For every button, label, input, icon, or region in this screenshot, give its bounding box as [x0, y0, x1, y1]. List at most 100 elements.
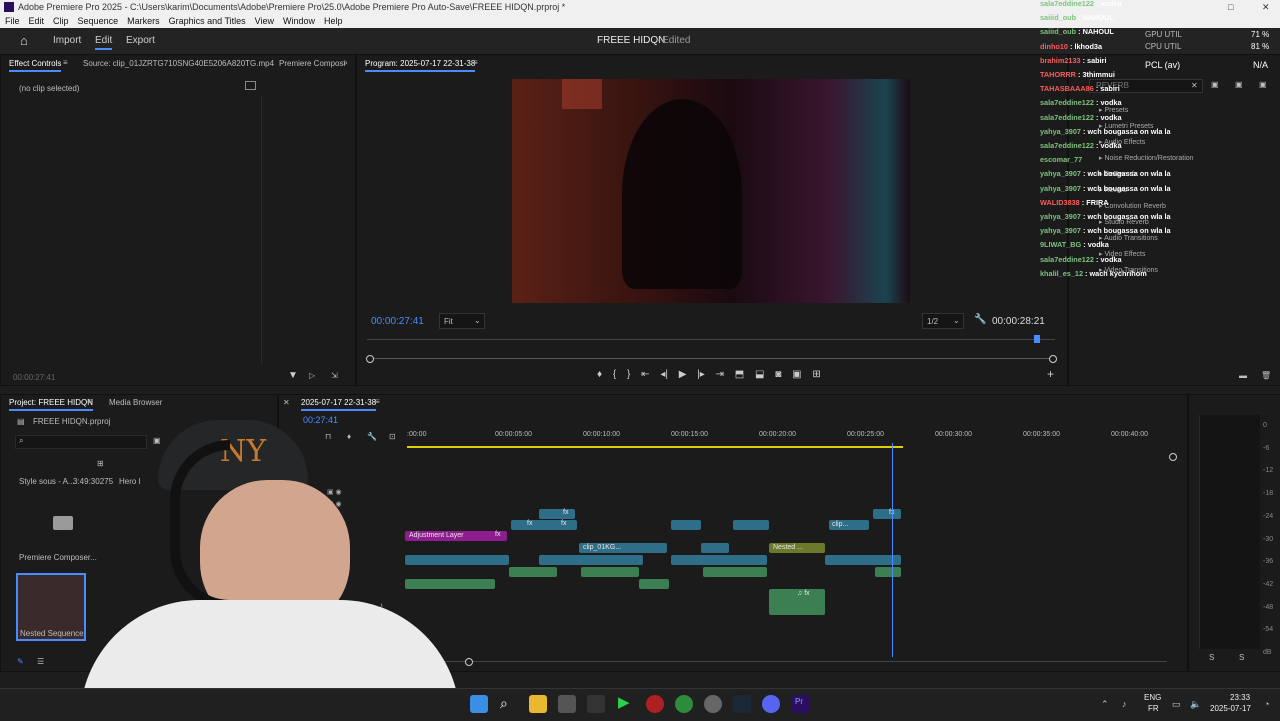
video-clip[interactable] — [701, 543, 729, 553]
audio-clip[interactable] — [581, 567, 639, 577]
windows-start-icon[interactable] — [470, 695, 488, 713]
add-button-icon[interactable]: + — [1047, 367, 1054, 381]
go-to-in-icon[interactable]: ⇤ — [641, 369, 649, 380]
menu-item-edit[interactable]: Edit — [29, 16, 45, 26]
zoom-handle-right[interactable] — [1049, 355, 1057, 363]
solo-right[interactable]: S — [1239, 653, 1244, 662]
menu-item-window[interactable]: Window — [283, 16, 315, 26]
wrench-icon[interactable]: 🔧 — [974, 314, 986, 325]
menu-item-file[interactable]: File — [5, 16, 20, 26]
vertical-scroll-handle[interactable] — [1169, 453, 1177, 461]
volume-icon[interactable]: 🔈 — [1190, 699, 1201, 710]
export-frame-icon[interactable]: ⇲ — [331, 371, 338, 380]
timeline-playhead[interactable] — [892, 443, 893, 657]
play-icon[interactable]: ▶ — [618, 693, 630, 711]
chevron-up-icon[interactable]: ⌃ — [1101, 699, 1109, 710]
nested-audio-clip[interactable]: ♫ fx — [769, 589, 825, 615]
quality-dropdown[interactable]: 1/2 ⌄ — [922, 313, 964, 329]
audio-clip[interactable] — [875, 567, 901, 577]
audio-waveform-clip[interactable] — [825, 555, 901, 565]
monitor-playhead[interactable] — [1034, 335, 1040, 343]
panel-menu-icon[interactable]: ≡ — [63, 58, 68, 67]
audio-waveform-clip[interactable] — [671, 555, 767, 565]
panel-menu-icon[interactable]: ≡ — [473, 58, 478, 67]
search-icon[interactable]: ⌕ — [500, 695, 508, 712]
menu-item-clip[interactable]: Clip — [53, 16, 69, 26]
steam-icon[interactable] — [733, 695, 751, 713]
timeline-toggle-icon[interactable] — [245, 81, 256, 90]
tab-source[interactable]: Source: clip_01JZRTG710SNG40E5206A820TG.… — [83, 59, 274, 68]
home-icon[interactable]: ⌂ — [20, 33, 28, 48]
zoom-handle-left[interactable] — [366, 355, 374, 363]
new-bin-icon[interactable]: ▬ — [1239, 371, 1247, 380]
chrome-icon[interactable] — [675, 695, 693, 713]
video-clip[interactable]: fx fx — [511, 520, 577, 530]
accelerated-effects-icon[interactable]: ▣ — [1211, 80, 1219, 89]
video-clip[interactable] — [671, 520, 701, 530]
video-clip[interactable]: clip_01KG... — [579, 543, 667, 553]
monitor-ruler[interactable] — [367, 339, 1055, 348]
compare-icon[interactable]: ▣ — [792, 369, 801, 380]
menu-item-graphics-and-titles[interactable]: Graphics and Titles — [169, 16, 246, 26]
camera-icon[interactable]: ◙ — [775, 369, 781, 380]
video-preview[interactable] — [512, 79, 910, 303]
app-icon[interactable] — [646, 695, 664, 713]
network-icon[interactable]: ▭ — [1172, 699, 1181, 710]
timeline-scrollbar[interactable] — [407, 661, 1167, 662]
mic-icon[interactable]: ♪ — [1122, 699, 1127, 709]
maximize-icon[interactable]: □ — [1228, 0, 1233, 14]
pencil-icon[interactable]: ✎ — [17, 657, 24, 666]
audio-clip[interactable] — [703, 567, 767, 577]
notification-icon[interactable]: ◔ — [1264, 699, 1269, 709]
tab-import[interactable]: Import — [53, 35, 81, 46]
playhead-timecode[interactable]: 00:00:27:41 — [371, 316, 424, 327]
region-label[interactable]: FR — [1148, 704, 1159, 713]
lift-icon[interactable]: ⬒ — [735, 369, 744, 380]
timeline-ruler[interactable]: :00:00 00:00:05:00 00:00:10:00 00:00:15:00 0… — [407, 431, 1177, 445]
play-icon[interactable]: ▶ — [679, 369, 687, 380]
mark-in-icon[interactable]: { — [613, 369, 616, 380]
menu-item-help[interactable]: Help — [324, 16, 343, 26]
video-clip[interactable]: fx — [539, 509, 575, 519]
video-clip[interactable] — [733, 520, 769, 530]
language-label[interactable]: ENG — [1144, 693, 1161, 702]
close-window-icon[interactable]: ✕ — [1262, 0, 1270, 14]
tab-export[interactable]: Export — [126, 35, 155, 46]
tab-edit[interactable]: Edit — [95, 35, 113, 50]
clock-date[interactable]: 2025-07-17 — [1210, 704, 1251, 713]
zoom-scrollbar[interactable] — [369, 358, 1053, 359]
menu-item-sequence[interactable]: Sequence — [78, 16, 119, 26]
more-tabs-icon[interactable]: » — [343, 58, 347, 67]
vr-icon[interactable]: ⊞ — [812, 369, 820, 380]
video-clip[interactable]: fx — [873, 509, 901, 519]
play-only-icon[interactable]: ▷ — [309, 371, 315, 380]
step-forward-icon[interactable]: |▸ — [697, 369, 705, 380]
go-to-out-icon[interactable]: ⇥ — [716, 369, 724, 380]
store-icon[interactable] — [558, 695, 576, 713]
delete-icon[interactable]: 🗑 — [1261, 371, 1271, 380]
discord-icon[interactable] — [762, 695, 780, 713]
add-marker-icon[interactable]: ♦ — [597, 369, 602, 380]
list-view-icon[interactable]: ☰ — [37, 657, 44, 666]
audio-clip[interactable] — [509, 567, 557, 577]
yuv-effects-icon[interactable]: ▣ — [1259, 80, 1267, 89]
audio-clip[interactable] — [639, 579, 669, 589]
fit-dropdown[interactable]: Fit ⌄ — [439, 313, 485, 329]
menu-item-markers[interactable]: Markers — [127, 16, 160, 26]
tab-program[interactable]: Program: 2025-07-17 22-31-38 — [365, 59, 476, 72]
32bit-effects-icon[interactable]: ▣ — [1235, 80, 1243, 89]
tab-premiere-composer[interactable]: Premiere Composi — [279, 59, 345, 68]
audio-waveform-clip[interactable] — [539, 555, 643, 565]
menu-item-view[interactable]: View — [255, 16, 274, 26]
extract-icon[interactable]: ⬓ — [755, 369, 764, 380]
nested-sequence-clip[interactable]: Nested ... — [769, 543, 825, 553]
tab-effect-controls[interactable]: Effect Controls — [9, 59, 62, 72]
scroll-handle[interactable] — [465, 658, 473, 666]
settings-icon[interactable] — [704, 695, 722, 713]
work-area-bar[interactable] — [407, 446, 903, 448]
mark-out-icon[interactable]: } — [627, 369, 630, 380]
file-explorer-icon[interactable] — [529, 695, 547, 713]
step-back-icon[interactable]: ◂| — [660, 369, 668, 380]
epic-games-icon[interactable] — [587, 695, 605, 713]
video-clip[interactable]: clip... — [829, 520, 869, 530]
